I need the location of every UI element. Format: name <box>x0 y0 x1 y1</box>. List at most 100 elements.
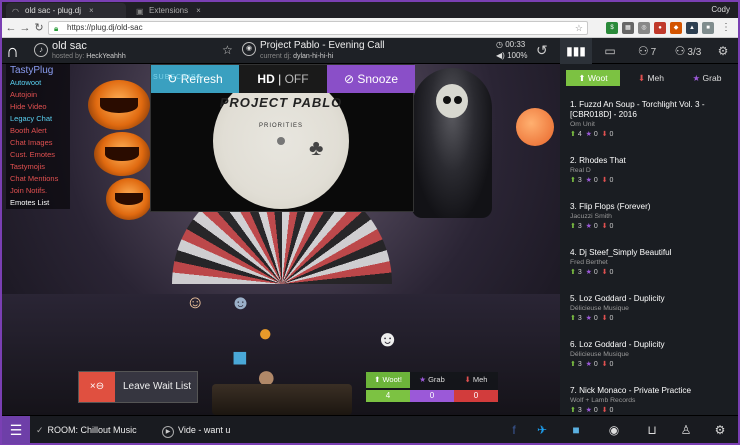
history-stats: ⬆ 3 ★ 0 ⬇ 0 <box>570 407 614 414</box>
playlist-selector[interactable]: ▶ Vide - want u <box>162 416 230 444</box>
tastyplug-chat-images[interactable]: Chat Images <box>6 137 70 149</box>
volume-control[interactable]: ◀) 100% <box>496 51 528 60</box>
history-title: 7. Nick Monaco - Private Practice <box>570 386 692 395</box>
tab-plugdj[interactable]: ◠ old sac - plug.dj × <box>6 3 126 18</box>
woot-button[interactable]: ⬆ Woot <box>566 70 620 86</box>
tastyplug-legacy-chat[interactable]: Legacy Chat <box>6 113 70 125</box>
audience-avatar[interactable]: ☻ <box>230 292 251 315</box>
forward-arrow-icon[interactable]: → <box>18 21 32 35</box>
history-stats: ⬆ 3 ★ 0 ⬇ 0 <box>570 361 614 368</box>
tastyplug-tastymojis[interactable]: Tastymojis <box>6 161 70 173</box>
extension-icon[interactable]: ▦ <box>622 22 634 34</box>
menu-kebab-icon[interactable]: ⋮ <box>720 22 732 34</box>
extension-icon[interactable]: ■ <box>702 22 714 34</box>
reload-icon[interactable]: ↻ <box>32 21 46 35</box>
record-hole <box>277 137 285 145</box>
profile-name[interactable]: Cody <box>711 4 730 16</box>
tab-chat[interactable]: ▭ <box>594 38 626 64</box>
tastyplug-booth-alert[interactable]: Booth Alert <box>6 125 70 137</box>
history-item[interactable]: 5. Loz Goddard - Duplicity Délicieuse Mu… <box>570 294 734 324</box>
history-item[interactable]: 4. Dj Steef_Simply Beautiful Fred Berthe… <box>570 248 734 278</box>
play-icon: ▶ <box>162 426 174 438</box>
plugdj-logo-icon[interactable]: ∩ <box>6 41 28 61</box>
back-arrow-icon[interactable]: ← <box>4 21 18 35</box>
history-item[interactable]: 6. Loz Goddard - Duplicity Délicieuse Mu… <box>570 340 734 370</box>
facebook-icon[interactable]: f <box>500 416 528 444</box>
up-arrow-icon: ⬆ <box>570 407 576 414</box>
close-icon[interactable]: × <box>89 6 94 15</box>
tastyplug-join-notifs[interactable]: Join Notifs. <box>6 185 70 197</box>
history-title: 3. Flip Flops (Forever) <box>570 202 651 211</box>
meh-count: 0 <box>454 390 498 402</box>
history-item[interactable]: 2. Rhodes That Real D ⬆ 3 ★ 0 ⬇ 0 <box>570 156 734 186</box>
history-panel: ⬆ Woot ⬇ Meh ★ Grab 1. Fuzzd An Soup - T… <box>560 64 738 415</box>
snooze-button[interactable]: ⊘ Snooze <box>327 65 415 93</box>
tastyplug-custom-emotes[interactable]: Cust. Emotes <box>6 149 70 161</box>
room-name[interactable]: old sac <box>52 40 87 52</box>
twitter-icon[interactable]: ✈ <box>528 416 556 444</box>
puzzle-icon: ▣ <box>136 7 144 16</box>
tastyplug-hide-video[interactable]: Hide Video <box>6 101 70 113</box>
leave-waitlist-button[interactable]: ×⊖ Leave Wait List <box>78 371 198 403</box>
history-item[interactable]: 3. Flip Flops (Forever) Jacuzzi Smith ⬆ … <box>570 202 734 232</box>
address-bar[interactable]: 🔒︎ https://plug.dj/old-sac ☆ <box>48 21 588 35</box>
favorite-star-icon[interactable]: ☆ <box>222 43 233 57</box>
profile-icon[interactable]: ♙ <box>672 416 700 444</box>
tastyplug-autowoot[interactable]: Autowoot <box>6 77 70 89</box>
up-arrow-icon: ⬆ <box>570 131 576 138</box>
hd-toggle[interactable]: HD | OFF <box>239 65 327 93</box>
extension-icon[interactable]: $ <box>606 22 618 34</box>
badge-icon[interactable]: ◉ <box>600 416 628 444</box>
star-icon: ★ <box>585 223 592 230</box>
extension-icon[interactable]: ◆ <box>670 22 682 34</box>
up-arrow-icon: ⬆ <box>374 375 381 384</box>
grab-count: 0 <box>410 390 454 402</box>
extension-icon[interactable]: ● <box>654 22 666 34</box>
down-arrow-icon: ⬇ <box>601 315 608 322</box>
tab-history[interactable]: ▮▮▮ <box>560 38 592 64</box>
audience-avatar[interactable]: ● <box>258 320 273 348</box>
tastyplug-emotes-list[interactable]: Emotes List <box>6 197 70 209</box>
app-bottombar: ☰ ✓ ROOM: Chillout Music ▶ Vide - want u f… <box>2 415 738 444</box>
history-artist: Jacuzzi Smith <box>570 213 612 220</box>
tab-audience[interactable]: ⚇ 7 <box>628 38 666 64</box>
current-dj: current dj: dylan-hi-hi-hi <box>260 53 334 60</box>
shop-cart-icon[interactable]: ⊔ <box>638 416 666 444</box>
star-icon: ★ <box>585 269 592 276</box>
history-artist: Délicieuse Musique <box>570 351 629 358</box>
tastyplug-autojoin[interactable]: Autojoin <box>6 89 70 101</box>
grab-button[interactable]: ★ Grab <box>680 70 734 86</box>
extension-icon[interactable]: ◎ <box>638 22 650 34</box>
history-title: 1. Fuzzd An Soup - Torchlight Vol. 3 - [… <box>570 100 705 119</box>
history-item[interactable]: 1. Fuzzd An Soup - Torchlight Vol. 3 - [… <box>570 100 734 140</box>
tastyplug-chat-mentions[interactable]: Chat Mentions <box>6 173 70 185</box>
bookmark-star-icon[interactable]: ☆ <box>575 22 583 34</box>
settings-gear-icon[interactable]: ⚙ <box>706 416 734 444</box>
history-item[interactable]: 7. Nick Monaco - Private Practice Wolf +… <box>570 386 734 415</box>
audience-avatar[interactable]: ■ <box>232 342 248 373</box>
meh-button[interactable]: ⬇ Meh <box>624 70 678 86</box>
room-selector[interactable]: ✓ ROOM: Chillout Music <box>36 416 137 444</box>
robot-avatar-icon[interactable]: ■ <box>562 416 590 444</box>
history-artist: Real D <box>570 167 591 174</box>
woot-vote[interactable]: ⬆ Woot! 4 <box>366 372 410 404</box>
history-icon[interactable]: ↺ <box>536 42 548 59</box>
menu-list-icon[interactable]: ☰ <box>2 416 30 444</box>
meh-vote[interactable]: ⬇ Meh 0 <box>454 372 498 404</box>
close-icon[interactable]: × <box>196 6 201 15</box>
refresh-button[interactable]: SUBSCRIBE ↻ Refresh <box>151 65 239 93</box>
tab-extensions[interactable]: ▣ Extensions × <box>130 3 240 18</box>
grab-vote[interactable]: ★ Grab 0 <box>410 372 454 404</box>
tab-settings[interactable]: ⚙ <box>708 38 738 64</box>
room-info-icon[interactable]: ♪ <box>34 43 48 57</box>
woot-count: 4 <box>366 390 410 402</box>
plugdj-favicon-icon: ◠ <box>12 7 19 16</box>
record-label-sub: PRIORITIES <box>258 123 303 129</box>
audience-avatar[interactable]: ☻ <box>376 326 399 352</box>
extension-icon[interactable]: ▲ <box>686 22 698 34</box>
url-text: https://plug.dj/old-sac <box>67 23 143 32</box>
tab-waitlist[interactable]: ⚇ 3/3 <box>668 38 708 64</box>
video-player[interactable]: PROJECT PABLO PRIORITIES ♣ SUBSCRIBE ↻ R… <box>150 64 415 212</box>
audience-avatar[interactable]: ☺ <box>186 292 204 313</box>
tastyplug-title[interactable]: TastyPlug <box>6 64 70 77</box>
